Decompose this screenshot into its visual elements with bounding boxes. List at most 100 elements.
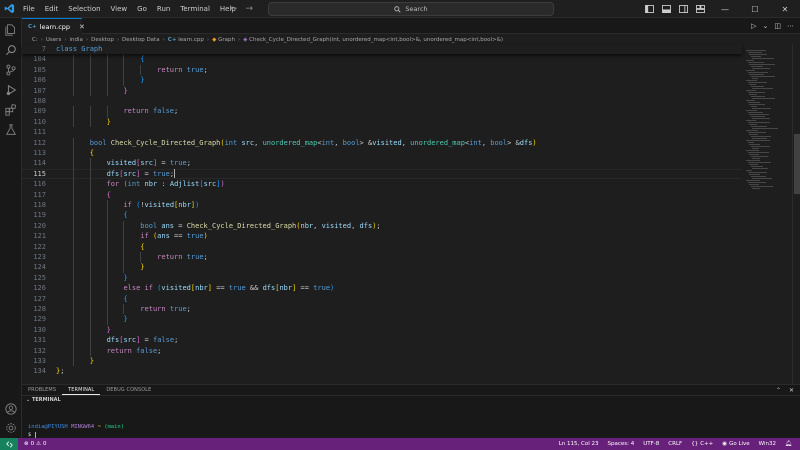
indent-guide [140,64,142,76]
close-panel-icon[interactable]: ✕ [789,387,794,394]
menu-terminal[interactable]: Terminal [175,0,215,18]
run-file-icon[interactable]: ▷ [751,22,756,30]
indent-guide [123,252,125,263]
explorer-icon[interactable] [3,22,19,38]
testing-icon[interactable] [3,122,19,138]
platform-label[interactable]: Win32 [759,441,776,447]
minimize-icon[interactable]: — [710,0,740,18]
maximize-icon[interactable]: ☐ [740,0,770,18]
code-line[interactable]: 123 return true; [22,252,742,263]
language-mode[interactable]: {} C++ [691,441,713,447]
breadcrumb-item[interactable]: Desktop Data [122,37,160,43]
code-line[interactable]: 110} [22,116,742,128]
close-tab-icon[interactable]: ✕ [79,23,85,31]
code-line[interactable]: 124} [22,262,742,273]
tab-problems[interactable]: PROBLEMS [22,385,62,395]
warning-count: 0 [43,441,47,447]
toggle-panel-icon[interactable] [659,2,673,16]
menu-go[interactable]: Go [132,0,152,18]
close-window-icon[interactable]: ✕ [770,0,800,18]
code-line[interactable]: 115 dfs[src] = true; [22,168,742,180]
code-line[interactable]: 109 return false; [22,106,742,117]
problems-status[interactable]: ⊗ 0 ⚠ 0 [24,441,47,447]
code-line[interactable]: 104 { [22,54,742,65]
terminal-section-header[interactable]: ⌄ TERMINAL [22,395,800,403]
code-line[interactable]: 132 return false; [22,345,742,356]
minimap[interactable] [742,44,792,384]
breadcrumb-item[interactable]: Users [46,37,61,43]
code-line[interactable]: 118 if (!visited[nbr]) [22,200,742,211]
code-line[interactable]: 119 { [22,210,742,221]
code-line[interactable]: 120 bool ans = Check_Cycle_Directed_Graph… [22,220,742,232]
extensions-icon[interactable] [3,102,19,118]
breadcrumb-item[interactable]: learn.cpp [178,37,204,43]
breadcrumb-item[interactable]: india [70,37,83,43]
forward-arrow-icon[interactable]: → [246,4,254,14]
file-encoding[interactable]: UTF-8 [643,441,659,447]
accounts-icon[interactable] [3,401,19,417]
menu-run[interactable]: Run [152,0,175,18]
toggle-secondary-sidebar-icon[interactable] [676,2,690,16]
code-line[interactable]: 125} [22,272,742,284]
code-line[interactable]: 121 if (ans == true) [22,231,742,242]
manage-gear-icon[interactable] [3,420,19,436]
maximize-panel-icon[interactable]: ⌃ [776,387,781,394]
code-line[interactable]: 105 return true; [22,64,742,76]
back-arrow-icon[interactable]: ← [230,4,238,14]
tab-terminal[interactable]: TERMINAL [62,385,101,395]
source-control-icon[interactable] [3,62,19,78]
breadcrumb-item[interactable]: Graph [218,37,235,43]
command-center-search[interactable]: Search [268,2,554,16]
breadcrumb-item[interactable]: Check_Cycle_Directed_Graph(int, unordere… [249,37,503,43]
code-line[interactable]: 129} [22,314,742,325]
code-editor[interactable]: 104{105 return true; 106} 107} 108 109 return … [22,44,742,384]
code-token: { [123,211,128,220]
breadcrumb-item[interactable]: C: [32,37,38,43]
scrollbar-thumb[interactable] [794,134,800,194]
code-line[interactable]: 106} [22,75,742,86]
code-line[interactable]: 108 [22,96,742,106]
split-editor-icon[interactable]: ◫ [774,22,781,30]
run-debug-icon[interactable] [3,82,19,98]
search-sidebar-icon[interactable] [3,42,19,58]
code-line[interactable]: 107} [22,85,742,96]
cursor-position[interactable]: Ln 115, Col 23 [559,441,599,447]
sticky-scroll-header[interactable]: 7 class Graph [22,44,742,55]
code-line[interactable]: 126 else if (visited[nbr] == true && dfs[… [22,283,742,294]
code-line[interactable]: 130} [22,324,742,336]
remote-indicator-icon[interactable] [0,438,18,450]
code-line[interactable]: 114 visited[src] = true; [22,158,742,169]
menu-file[interactable]: File [18,0,40,18]
more-actions-icon[interactable]: ⋯ [787,22,794,30]
indent-guide [89,304,91,315]
code-line[interactable]: 112 bool Check_Cycle_Directed_Graph(int s… [22,137,742,148]
code-line[interactable]: 134}; [22,366,742,376]
code-text: bool ans = Check_Cycle_Directed_Graph(nb… [140,221,380,231]
code-line[interactable]: 113 { [22,148,742,159]
code-line[interactable]: 117 { [22,189,742,200]
go-live-button[interactable]: ◉ Go Live [722,441,749,447]
customize-layout-icon[interactable] [693,2,707,16]
tab-debug-console[interactable]: DEBUG CONSOLE [100,385,157,395]
terminal-output[interactable]: india@PIYUSH MINGW64 ~ (main) $ [28,423,124,439]
tab-learn-cpp[interactable]: C+ learn.cpp ✕ [22,18,85,34]
code-line[interactable]: 111 [22,127,742,137]
code-line[interactable]: 128 return true; [22,304,742,315]
code-token: ) [203,232,208,241]
breadcrumb-item[interactable]: Desktop [91,37,114,43]
code-line[interactable]: 133} [22,356,742,367]
menu-selection[interactable]: Selection [63,0,105,18]
indentation[interactable]: Spaces: 4 [608,441,635,447]
code-line[interactable]: 127 { [22,293,742,304]
toggle-sidebar-icon[interactable] [642,2,656,16]
code-line[interactable]: 116 for (int nbr : Adjlist[src]) [22,179,742,190]
menu-edit[interactable]: Edit [40,0,64,18]
code-line[interactable]: 131 dfs[src] = false; [22,335,742,346]
code-line[interactable]: 122 { [22,241,742,252]
menu-view[interactable]: View [106,0,133,18]
run-dropdown-icon[interactable]: ⌄ [763,22,769,30]
end-of-line[interactable]: CRLF [668,441,682,447]
code-text: return true; [140,304,191,314]
notifications-bell-icon[interactable]: 🔔︎ [785,441,792,447]
editor-scrollbar[interactable] [792,44,800,384]
